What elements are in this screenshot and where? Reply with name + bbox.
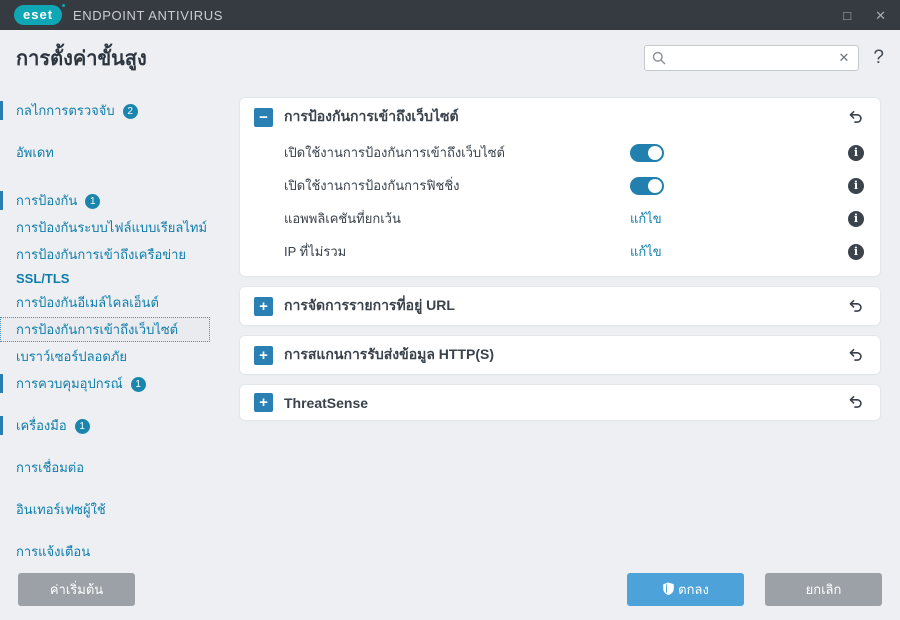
setting-row-enable-antiphishing: เปิดใช้งานการป้องกันการฟิชชิ่ง i bbox=[240, 169, 880, 202]
section-https-traffic-scanning: + การสแกนการรับส่งข้อมูล HTTP(S) bbox=[240, 336, 880, 374]
titlebar: eset ENDPOINT ANTIVIRUS □ ✕ bbox=[0, 0, 900, 30]
section-title: การจัดการรายการที่อยู่ URL bbox=[284, 297, 455, 313]
info-icon[interactable]: i bbox=[848, 243, 864, 260]
expand-icon[interactable]: + bbox=[254, 296, 273, 316]
default-button[interactable]: ค่าเริ่มต้น bbox=[18, 572, 135, 606]
expand-icon[interactable]: + bbox=[254, 345, 273, 365]
sidebar-item-email-client[interactable]: การป้องกันอีเมล์ไคลเอ็นต์ bbox=[0, 290, 232, 315]
info-icon[interactable]: i bbox=[848, 210, 864, 227]
collapse-icon[interactable]: − bbox=[254, 107, 273, 127]
sidebar-item-label: การควบคุมอุปกรณ์ bbox=[16, 376, 123, 391]
edit-excluded-ips-link[interactable]: แก้ไข bbox=[630, 241, 662, 262]
maximize-button[interactable]: □ bbox=[843, 9, 851, 22]
ok-button[interactable]: ตกลง bbox=[627, 572, 744, 606]
search-clear-icon[interactable]: ✕ bbox=[837, 50, 852, 66]
revert-icon[interactable] bbox=[847, 347, 864, 364]
sidebar-item-label: การเชื่อมต่อ bbox=[16, 460, 85, 475]
setting-label: เปิดใช้งานการป้องกันการเข้าถึงเว็บไซต์ bbox=[284, 145, 505, 160]
sidebar-item-realtime-filesystem[interactable]: การป้องกันระบบไฟล์แบบเรียลไทม์ bbox=[0, 215, 232, 240]
sidebar-item-network-access[interactable]: การป้องกันการเข้าถึงเครือข่าย bbox=[0, 242, 232, 267]
info-icon[interactable]: i bbox=[848, 177, 864, 194]
sidebar-item-label: การแจ้งเตือน bbox=[16, 544, 91, 559]
section-title: การป้องกันการเข้าถึงเว็บไซต์ bbox=[284, 108, 459, 124]
footer: ค่าเริ่มต้น ตกลง ยกเลิก bbox=[0, 558, 900, 620]
section-rows: เปิดใช้งานการป้องกันการเข้าถึงเว็บไซต์ i… bbox=[240, 136, 880, 276]
badge: 2 bbox=[122, 104, 138, 119]
header-right: ✕ ? bbox=[644, 45, 884, 71]
setting-row-enable-web-access: เปิดใช้งานการป้องกันการเข้าถึงเว็บไซต์ i bbox=[240, 136, 880, 169]
info-icon[interactable]: i bbox=[848, 144, 864, 161]
search-box: ✕ bbox=[644, 45, 860, 71]
sidebar-item-label: เบราว์เซอร์ปลอดภัย bbox=[16, 349, 127, 364]
sidebar-item-secure-browser[interactable]: เบราว์เซอร์ปลอดภัย bbox=[0, 344, 232, 369]
sidebar-item-label: การป้องกันการเข้าถึงเว็บไซต์ bbox=[16, 322, 179, 337]
enable-web-access-toggle[interactable] bbox=[630, 143, 664, 162]
shield-icon bbox=[663, 582, 674, 596]
search-input[interactable] bbox=[666, 51, 837, 65]
setting-row-excluded-ips: IP ที่ไม่รวม แก้ไข i bbox=[240, 235, 880, 268]
sidebar-item-label: การป้องกันการเข้าถึงเครือข่าย bbox=[16, 247, 187, 262]
revert-icon[interactable] bbox=[847, 298, 864, 315]
section-url-address-management: + การจัดการรายการที่อยู่ URL bbox=[240, 287, 880, 325]
sidebar-item-detection-engine[interactable]: กลไกการตรวจจับ 2 bbox=[0, 98, 232, 123]
page-title: การตั้งค่าขั้นสูง bbox=[16, 48, 147, 70]
sidebar-item-device-control[interactable]: การควบคุมอุปกรณ์ 1 bbox=[0, 371, 232, 396]
sidebar-item-update[interactable]: อัพเดท bbox=[0, 140, 232, 165]
sidebar-item-label: อัพเดท bbox=[16, 145, 54, 160]
setting-label: IP ที่ไม่รวม bbox=[284, 244, 347, 259]
sidebar-item-connectivity[interactable]: การเชื่อมต่อ bbox=[0, 455, 232, 480]
section-title: การสแกนการรับส่งข้อมูล HTTP(S) bbox=[284, 346, 495, 362]
sidebar-item-label: การป้องกันอีเมล์ไคลเอ็นต์ bbox=[16, 295, 159, 310]
edit-excluded-applications-link[interactable]: แก้ไข bbox=[630, 208, 662, 229]
revert-icon[interactable] bbox=[847, 394, 864, 411]
content: − การป้องกันการเข้าถึงเว็บไซต์ เปิดใช้งา… bbox=[232, 86, 900, 558]
search-icon bbox=[653, 51, 666, 65]
section-threatsense: + ThreatSense bbox=[240, 385, 880, 420]
section-header: + การจัดการรายการที่อยู่ URL bbox=[240, 287, 880, 325]
body: กลไกการตรวจจับ 2 อัพเดท การป้องกัน 1 การป้… bbox=[0, 86, 900, 559]
section-title: ThreatSense bbox=[284, 394, 369, 411]
setting-label: เปิดใช้งานการป้องกันการฟิชชิ่ง bbox=[284, 178, 460, 193]
sidebar-item-web-access[interactable]: การป้องกันการเข้าถึงเว็บไซต์ bbox=[0, 317, 210, 342]
section-header: + การสแกนการรับส่งข้อมูล HTTP(S) bbox=[240, 336, 880, 374]
eset-logo: eset bbox=[14, 4, 66, 25]
setting-row-excluded-applications: แอพพลิเคชันที่ยกเว้น แก้ไข i bbox=[240, 202, 880, 235]
sidebar-item-user-interface[interactable]: อินเทอร์เฟซผู้ใช้ bbox=[0, 497, 232, 522]
section-web-access-protection: − การป้องกันการเข้าถึงเว็บไซต์ เปิดใช้งา… bbox=[240, 98, 880, 276]
enable-antiphishing-toggle[interactable] bbox=[630, 176, 664, 195]
sidebar-item-notifications[interactable]: การแจ้งเตือน bbox=[0, 539, 232, 564]
expand-icon[interactable]: + bbox=[254, 393, 273, 412]
help-icon[interactable]: ? bbox=[873, 47, 884, 69]
sidebar-item-label: การป้องกันระบบไฟล์แบบเรียลไทม์ bbox=[16, 220, 208, 235]
header: การตั้งค่าขั้นสูง ✕ ? bbox=[0, 30, 900, 86]
sidebar-item-label: เครื่องมือ bbox=[16, 418, 67, 433]
cancel-button[interactable]: ยกเลิก bbox=[765, 572, 882, 606]
sidebar-item-label: การป้องกัน bbox=[16, 193, 78, 208]
sidebar-item-tools[interactable]: เครื่องมือ 1 bbox=[0, 413, 232, 438]
badge: 1 bbox=[74, 419, 90, 434]
section-header: + ThreatSense bbox=[240, 385, 880, 420]
sidebar-item-protections[interactable]: การป้องกัน 1 bbox=[0, 188, 232, 213]
sidebar-item-label: อินเทอร์เฟซผู้ใช้ bbox=[16, 502, 106, 517]
close-button[interactable]: ✕ bbox=[875, 9, 886, 22]
badge: 1 bbox=[85, 194, 101, 209]
revert-icon[interactable] bbox=[847, 109, 864, 126]
window-controls: □ ✕ bbox=[843, 9, 886, 22]
footer-right: ตกลง ยกเลิก bbox=[627, 572, 882, 606]
sidebar: กลไกการตรวจจับ 2 อัพเดท การป้องกัน 1 การป้… bbox=[0, 86, 232, 559]
sidebar-item-label: กลไกการตรวจจับ bbox=[16, 103, 115, 118]
sidebar-item-ssl-tls[interactable]: SSL/TLS bbox=[0, 269, 232, 288]
eset-advanced-setup-window: eset ENDPOINT ANTIVIRUS □ ✕ การตั้งค่าขั… bbox=[0, 0, 900, 620]
setting-label: แอพพลิเคชันที่ยกเว้น bbox=[284, 211, 401, 226]
sidebar-item-label: SSL/TLS bbox=[16, 271, 70, 286]
badge: 1 bbox=[130, 377, 146, 392]
ok-button-label: ตกลง bbox=[678, 581, 709, 597]
product-title: ENDPOINT ANTIVIRUS bbox=[73, 7, 224, 23]
section-header: − การป้องกันการเข้าถึงเว็บไซต์ bbox=[240, 98, 880, 136]
